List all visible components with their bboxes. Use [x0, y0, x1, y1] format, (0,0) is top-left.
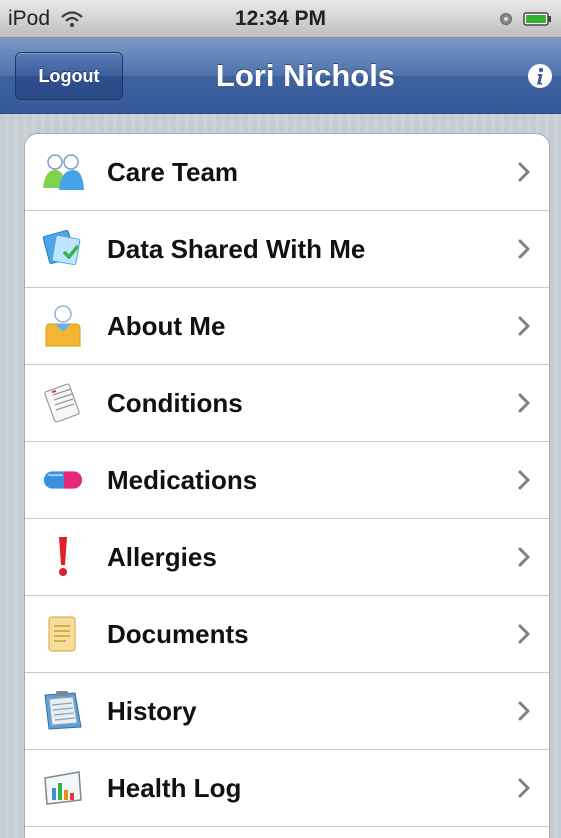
chevron-right-icon	[518, 470, 530, 490]
chevron-right-icon	[518, 239, 530, 259]
chevron-right-icon	[518, 162, 530, 182]
history-icon	[41, 689, 85, 733]
chevron-right-icon	[518, 624, 530, 644]
status-bar: iPod 12:34 PM	[0, 0, 561, 38]
chevron-right-icon	[518, 778, 530, 798]
menu-item-documents[interactable]: Documents	[25, 596, 549, 673]
menu-item-label: Conditions	[107, 387, 243, 418]
info-icon[interactable]	[527, 63, 553, 89]
conditions-icon	[41, 381, 85, 425]
nav-bar: Logout Lori Nichols	[0, 38, 561, 114]
menu-item-about-me[interactable]: About Me	[25, 288, 549, 365]
menu-item-label: Data Shared With Me	[107, 233, 366, 264]
care-team-icon	[41, 150, 85, 194]
battery-icon	[523, 11, 551, 26]
status-left: iPod	[8, 7, 84, 31]
logout-button[interactable]: Logout	[15, 52, 123, 100]
menu-item-label: Care Team	[107, 156, 239, 187]
menu-item-label: Health Log	[107, 772, 242, 803]
status-right	[499, 11, 553, 27]
chevron-right-icon	[518, 547, 530, 567]
menu-item-care-team[interactable]: Care Team	[25, 134, 549, 211]
menu-item-conditions[interactable]: Conditions	[25, 365, 549, 442]
page-title: Lori Nichols	[215, 58, 396, 93]
menu-item-label: About Me	[107, 310, 226, 341]
menu-item-health-log[interactable]: Health Log	[25, 750, 549, 827]
menu-item-medications[interactable]: Medications	[25, 442, 549, 519]
chevron-right-icon	[518, 701, 530, 721]
menu-list: Care Team Data Shared With Me About Me C…	[24, 133, 550, 838]
menu-item-label: Allergies	[107, 541, 217, 572]
menu-item-label: Medications	[107, 464, 258, 495]
data-shared-icon	[41, 227, 85, 271]
menu-item-allergies[interactable]: Allergies	[25, 519, 549, 596]
menu-item-history[interactable]: History	[25, 673, 549, 750]
menu-item-data-shared[interactable]: Data Shared With Me	[25, 211, 549, 288]
menu-item-label: Documents	[107, 618, 249, 649]
chevron-right-icon	[518, 393, 530, 413]
status-time: 12:34 PM	[234, 6, 327, 30]
documents-icon	[41, 612, 85, 656]
wifi-icon	[61, 10, 83, 27]
menu-item-label: History	[107, 695, 197, 726]
health-log-icon	[41, 766, 85, 810]
about-me-icon	[41, 304, 85, 348]
chevron-right-icon	[518, 316, 530, 336]
allergies-icon	[41, 535, 85, 579]
lock-rotation-icon	[500, 12, 512, 25]
medications-icon	[41, 458, 85, 502]
carrier-label: iPod	[8, 6, 51, 30]
